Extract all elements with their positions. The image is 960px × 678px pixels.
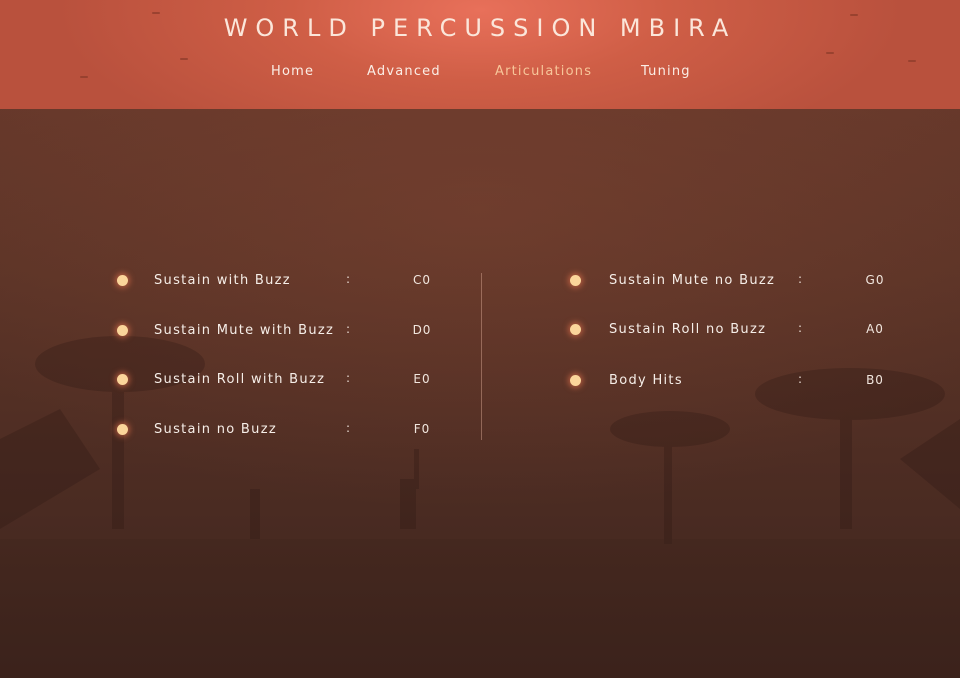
savanna-background xyxy=(0,109,960,678)
savanna-silhouette-icon xyxy=(0,336,960,678)
key-assignment: A0 xyxy=(866,322,884,336)
articulation-indicator xyxy=(117,325,128,336)
nav-tuning-tab[interactable]: Tuning xyxy=(641,64,691,79)
articulation-name: Sustain with Buzz xyxy=(154,273,291,288)
separator: : xyxy=(346,322,351,336)
articulation-indicator xyxy=(117,275,128,286)
separator: : xyxy=(346,272,351,286)
key-assignment: F0 xyxy=(413,422,431,436)
separator: : xyxy=(798,272,803,286)
key-assignment: C0 xyxy=(412,273,431,287)
nav-advanced-tab[interactable]: Advanced xyxy=(367,64,441,79)
key-assignment: G0 xyxy=(865,273,885,287)
articulation-indicator xyxy=(117,374,128,385)
articulation-name: Sustain Roll with Buzz xyxy=(154,372,326,387)
articulation-indicator xyxy=(570,275,581,286)
app-title: WORLD PERCUSSION MBIRA xyxy=(223,14,737,42)
articulation-name: Sustain Mute no Buzz xyxy=(609,273,776,288)
key-assignment: E0 xyxy=(413,372,431,386)
articulation-indicator xyxy=(570,324,581,335)
separator: : xyxy=(346,371,351,385)
bird-decoration xyxy=(180,58,188,60)
bird-decoration xyxy=(826,52,834,54)
column-divider xyxy=(481,273,482,440)
separator: : xyxy=(798,321,803,335)
key-assignment: D0 xyxy=(412,323,432,337)
header-banner: WORLD PERCUSSION MBIRA Home Advanced Art… xyxy=(0,0,960,109)
key-assignment: B0 xyxy=(866,373,884,387)
articulation-name: Body Hits xyxy=(609,373,683,388)
separator: : xyxy=(346,421,351,435)
nav-articulations-tab[interactable]: Articulations xyxy=(495,64,592,79)
articulation-indicator xyxy=(570,375,581,386)
articulation-name: Sustain Mute with Buzz xyxy=(154,323,335,338)
nav-home-tab[interactable]: Home xyxy=(271,64,314,79)
separator: : xyxy=(798,372,803,386)
bird-decoration xyxy=(908,60,916,62)
articulation-name: Sustain Roll no Buzz xyxy=(609,322,767,337)
articulation-indicator xyxy=(117,424,128,435)
main-nav: Home Advanced Articulations Tuning xyxy=(0,64,960,84)
articulation-name: Sustain no Buzz xyxy=(154,422,277,437)
